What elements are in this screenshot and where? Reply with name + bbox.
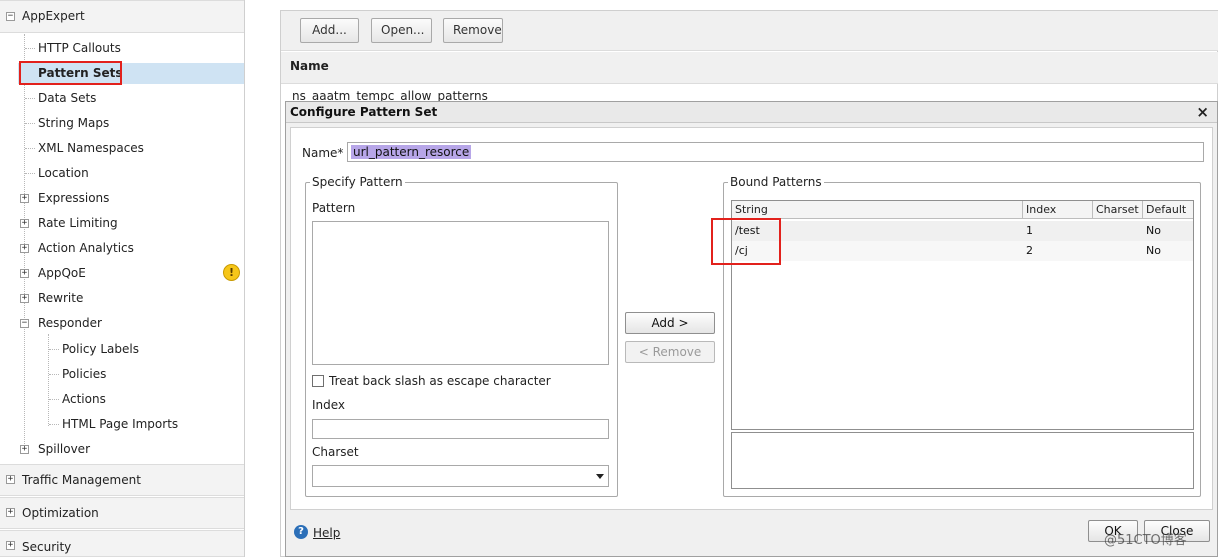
dialog-body: Name* url_pattern_resorce Specify Patter…: [290, 127, 1213, 510]
nav-item-expressions[interactable]: Expressions: [38, 187, 109, 209]
tree-branch: [49, 399, 59, 400]
annotation-highlight-box: [19, 61, 122, 85]
pattern-label: Pattern: [312, 201, 356, 215]
nav-item-string-maps[interactable]: String Maps: [38, 112, 109, 134]
nav-section-traffic-management[interactable]: + Traffic Management: [0, 464, 244, 496]
nav-item-rewrite[interactable]: Rewrite: [38, 287, 83, 309]
nav-item-data-sets[interactable]: Data Sets: [38, 87, 96, 109]
navigation-pane: − AppExpert HTTP Callouts Pattern Sets D…: [0, 0, 245, 557]
tree-branch: [25, 148, 35, 149]
tree-branch: [49, 349, 59, 350]
nav-section-security[interactable]: + Security: [0, 530, 244, 557]
expand-icon[interactable]: +: [20, 445, 29, 454]
tree-branch: [25, 123, 35, 124]
nav-section-label: Traffic Management: [22, 473, 141, 487]
nav-item-policy-labels[interactable]: Policy Labels: [62, 338, 139, 360]
column-header-label: Name: [290, 59, 329, 73]
nav-item-html-page-imports[interactable]: HTML Page Imports: [62, 413, 178, 435]
cell-index: 1: [1026, 224, 1033, 237]
cell-default: No: [1146, 224, 1161, 237]
expand-icon[interactable]: +: [20, 244, 29, 253]
nav-item-policies[interactable]: Policies: [62, 363, 106, 385]
column-header-default[interactable]: Default: [1143, 201, 1193, 219]
remove-pattern-button[interactable]: < Remove: [625, 341, 715, 363]
column-header-name[interactable]: Name: [281, 52, 1218, 84]
nav-item-actions[interactable]: Actions: [62, 388, 106, 410]
index-label: Index: [312, 398, 346, 412]
escape-backslash-checkbox[interactable]: [312, 375, 324, 387]
remove-button[interactable]: Remove: [443, 18, 503, 43]
expand-icon[interactable]: +: [20, 269, 29, 278]
expand-icon[interactable]: +: [20, 219, 29, 228]
nav-item-location[interactable]: Location: [38, 162, 89, 184]
annotation-highlight-box: [711, 218, 781, 265]
nav-item-rate-limiting[interactable]: Rate Limiting: [38, 212, 118, 234]
nav-item-responder[interactable]: Responder: [38, 312, 102, 334]
tree-branch: [25, 48, 35, 49]
nav-section-label: Optimization: [22, 506, 99, 520]
tree-branch: [49, 424, 59, 425]
toolbar: Add... Open... Remove: [281, 11, 1218, 51]
add-button[interactable]: Add...: [300, 18, 359, 43]
tree-branch: [25, 173, 35, 174]
name-input-value: url_pattern_resorce: [351, 145, 472, 159]
nav-item-http-callouts[interactable]: HTTP Callouts: [38, 37, 121, 59]
index-input[interactable]: [312, 419, 609, 439]
nav-section-appexpert[interactable]: − AppExpert: [0, 0, 244, 33]
table-row[interactable]: [732, 221, 1193, 241]
collapse-icon[interactable]: −: [20, 319, 29, 328]
bound-patterns-grid: String Index Charset Default /test 1 No …: [731, 200, 1194, 430]
pattern-textarea[interactable]: [312, 221, 609, 365]
watermark: @51CTO博客: [1104, 533, 1187, 548]
dialog-title: Configure Pattern Set: [290, 105, 438, 119]
name-label: Name*: [302, 146, 344, 160]
warning-icon: !: [223, 264, 240, 281]
cell-index: 2: [1026, 244, 1033, 257]
cell-default: No: [1146, 244, 1161, 257]
nav-item-spillover[interactable]: Spillover: [38, 438, 90, 460]
nav-section-label: AppExpert: [22, 9, 85, 23]
expand-icon[interactable]: +: [20, 194, 29, 203]
column-header-index[interactable]: Index: [1023, 201, 1093, 219]
tree-branch: [25, 98, 35, 99]
close-icon[interactable]: ×: [1196, 103, 1209, 121]
tree-branch: [49, 374, 59, 375]
charset-label: Charset: [312, 445, 359, 459]
add-pattern-button[interactable]: Add >: [625, 312, 715, 334]
column-header-charset[interactable]: Charset: [1093, 201, 1143, 219]
nav-section-label: Security: [22, 540, 72, 554]
cell-charset: [1093, 241, 1096, 261]
nav-section-optimization[interactable]: + Optimization: [0, 497, 244, 529]
configure-pattern-set-dialog: Configure Pattern Set × Name* url_patter…: [285, 101, 1218, 557]
open-button[interactable]: Open...: [371, 18, 432, 43]
expand-icon[interactable]: +: [6, 475, 15, 484]
tree-guide: [48, 334, 49, 426]
bound-patterns-legend: Bound Patterns: [730, 175, 822, 189]
chevron-down-icon: [596, 474, 604, 479]
charset-select[interactable]: [312, 465, 609, 487]
dialog-title-bar[interactable]: Configure Pattern Set ×: [286, 102, 1217, 123]
name-input[interactable]: url_pattern_resorce: [347, 142, 1204, 162]
specify-pattern-legend: Specify Pattern: [312, 175, 403, 189]
expand-icon[interactable]: +: [6, 541, 15, 550]
pattern-details-box: [731, 432, 1194, 489]
cell-charset: [1093, 221, 1096, 241]
help-icon[interactable]: ?: [294, 525, 308, 539]
nav-item-appqoe[interactable]: AppQoE: [38, 262, 86, 284]
escape-backslash-label: Treat back slash as escape character: [329, 374, 551, 388]
help-link[interactable]: Help: [313, 526, 340, 540]
expand-icon[interactable]: +: [6, 508, 15, 517]
table-row[interactable]: [732, 241, 1193, 261]
collapse-icon[interactable]: −: [6, 12, 15, 21]
nav-item-action-analytics[interactable]: Action Analytics: [38, 237, 134, 259]
column-header-string[interactable]: String: [732, 201, 1023, 219]
expand-icon[interactable]: +: [20, 294, 29, 303]
nav-item-xml-namespaces[interactable]: XML Namespaces: [38, 137, 144, 159]
